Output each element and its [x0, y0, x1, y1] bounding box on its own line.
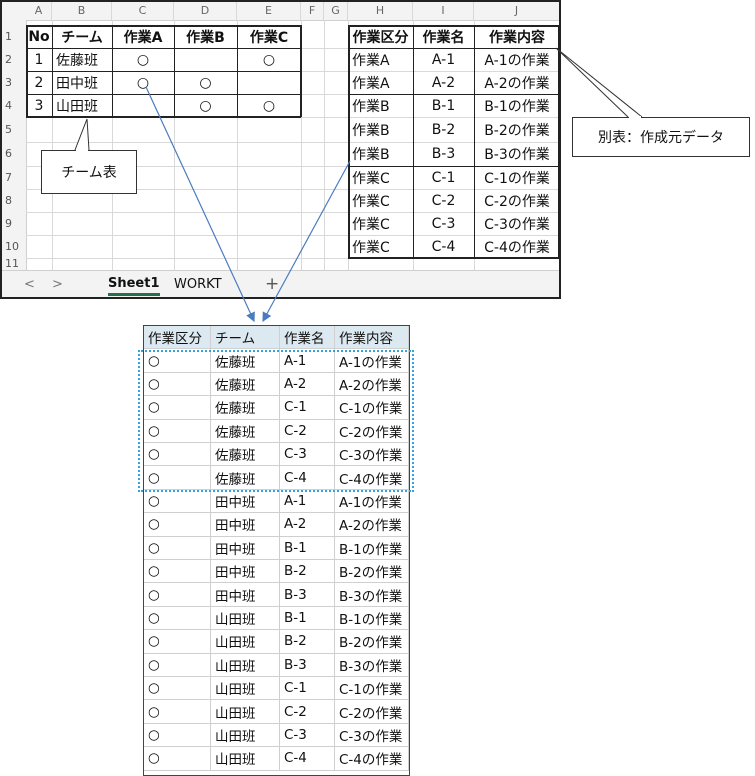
arrow-work-to-result [262, 160, 351, 323]
team-callout-pointer [74, 118, 90, 151]
source-callout-pointer [555, 47, 643, 118]
arrow-team-to-result [145, 86, 255, 323]
annotation-arrows [74, 47, 643, 323]
